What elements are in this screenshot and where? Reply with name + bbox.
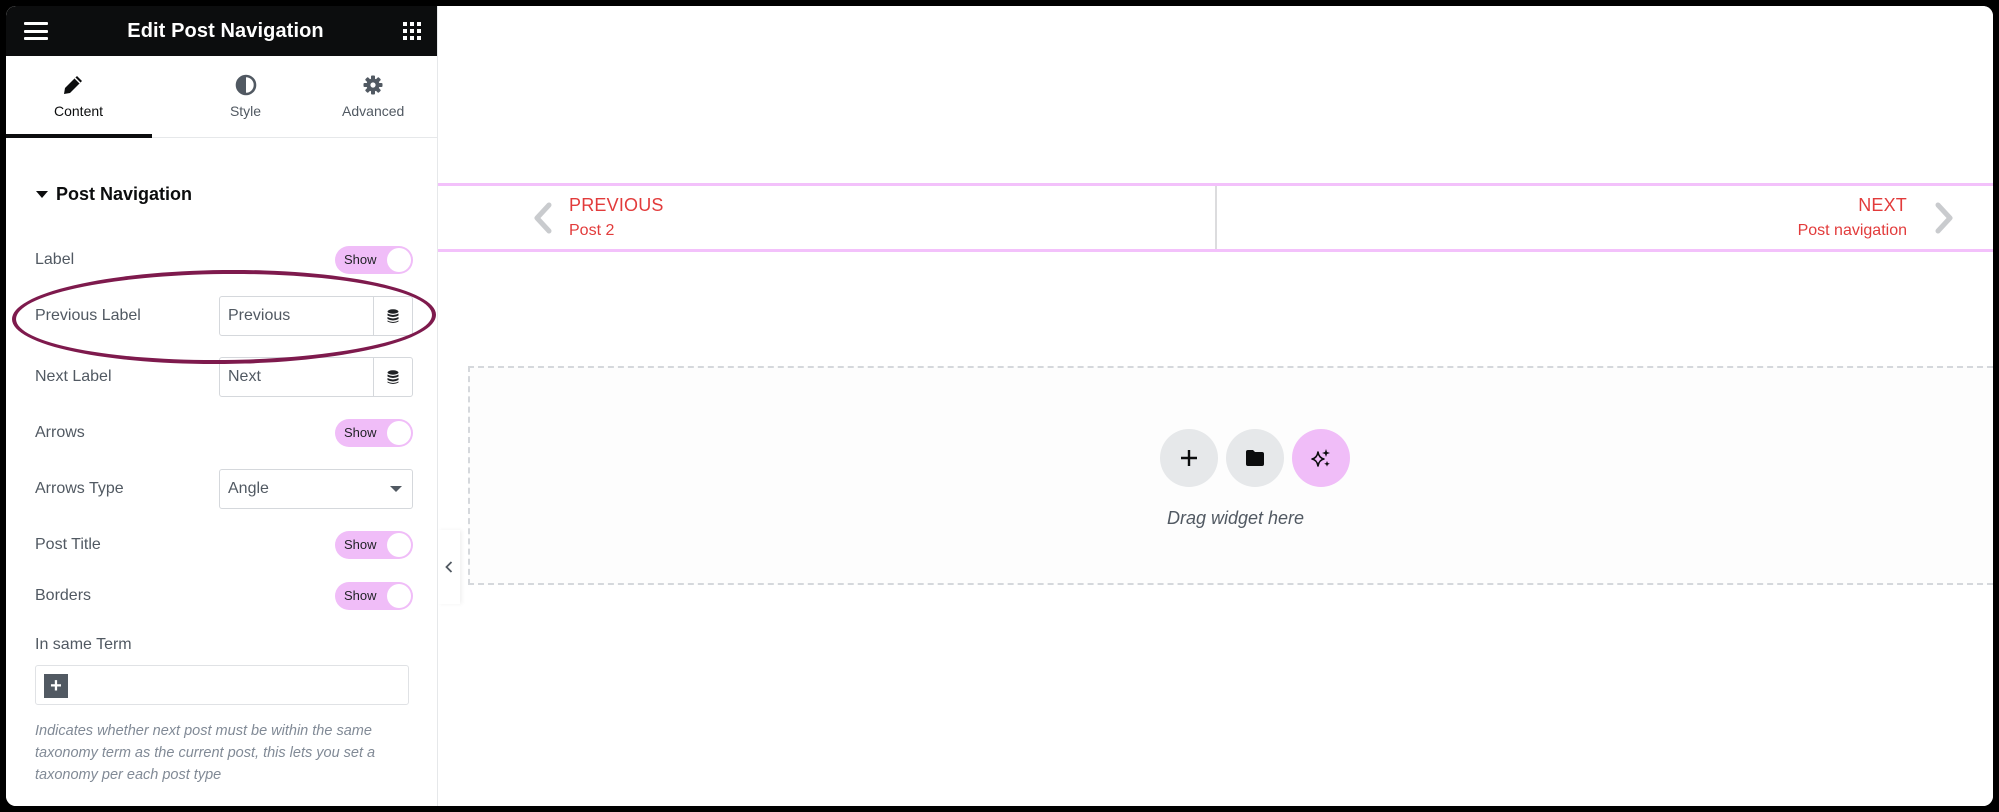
dynamic-tags-button[interactable] xyxy=(373,358,412,396)
previous-post-title[interactable]: Post 2 xyxy=(569,222,664,240)
pencil-icon xyxy=(64,76,82,94)
section-post-navigation[interactable]: Post Navigation xyxy=(36,184,192,205)
half-circle-icon xyxy=(235,74,256,96)
control-arrows-type: Arrows Type Angle xyxy=(35,469,413,509)
previous-post-link[interactable]: PREVIOUS Post 2 xyxy=(438,186,1215,249)
toggle-text: Show xyxy=(344,425,377,440)
chevron-left-icon xyxy=(445,561,453,573)
hamburger-icon[interactable] xyxy=(24,22,48,40)
dropzone-hint: Drag widget here xyxy=(1166,508,1305,528)
angle-left-icon xyxy=(534,202,552,234)
label-toggle[interactable]: Show xyxy=(335,246,413,274)
toggle-knob xyxy=(387,248,411,272)
grid-icon[interactable] xyxy=(403,22,421,40)
arrows-type-value: Angle xyxy=(228,480,269,497)
add-term-button[interactable]: + xyxy=(44,674,68,698)
in-same-term-label: In same Term xyxy=(35,636,132,653)
arrows-type-label: Arrows Type xyxy=(35,480,124,497)
post-title-label: Post Title xyxy=(35,536,101,553)
previous-label-field-group xyxy=(219,296,413,336)
plus-icon xyxy=(1181,450,1197,466)
control-label-text: Label xyxy=(35,251,75,268)
toggle-text: Show xyxy=(344,537,377,552)
sparkles-icon xyxy=(1311,449,1330,467)
collapse-panel-button[interactable] xyxy=(438,530,460,604)
control-next-label: Next Label xyxy=(35,357,413,397)
panel-title: Edit Post Navigation xyxy=(127,19,324,42)
database-icon xyxy=(387,308,399,323)
toggle-knob xyxy=(387,421,411,445)
previous-label[interactable]: PREVIOUS xyxy=(569,195,664,216)
panel-tabs: Content Style Advanced xyxy=(6,56,437,138)
next-post-link[interactable]: NEXT Post navigation xyxy=(1217,186,1994,249)
arrows-label: Arrows xyxy=(35,424,85,441)
toggle-text: Show xyxy=(344,252,377,267)
preview-canvas: PREVIOUS Post 2 NEXT Post navigation Dra… xyxy=(438,6,1993,806)
arrows-toggle[interactable]: Show xyxy=(335,419,413,447)
next-post-title[interactable]: Post navigation xyxy=(1798,222,1907,240)
section-title-label: Post Navigation xyxy=(56,184,193,204)
previous-label-text: Previous Label xyxy=(35,307,141,324)
borders-label: Borders xyxy=(35,587,92,604)
widget-dropzone[interactable]: Drag widget here xyxy=(468,366,1993,585)
in-same-term-help: Indicates whether next post must be with… xyxy=(35,723,376,783)
post-navigation-widget[interactable]: PREVIOUS Post 2 NEXT Post navigation xyxy=(438,183,1993,252)
tab-advanced[interactable]: Advanced xyxy=(309,56,437,137)
gear-icon xyxy=(363,75,383,95)
panel-header: Edit Post Navigation xyxy=(6,6,437,56)
previous-label-input[interactable] xyxy=(220,297,373,335)
add-template-button[interactable] xyxy=(1226,429,1284,487)
tab-style-label: Style xyxy=(229,103,262,119)
next-label-field-group xyxy=(219,357,413,397)
tab-advanced-label: Advanced xyxy=(342,103,405,119)
borders-toggle[interactable]: Show xyxy=(335,582,413,610)
ai-generate-button[interactable] xyxy=(1292,429,1350,487)
next-label-input[interactable] xyxy=(220,358,373,396)
in-same-term-repeater: + xyxy=(35,665,409,705)
add-section-button[interactable] xyxy=(1160,429,1218,487)
next-label-text: Next Label xyxy=(35,368,112,385)
database-icon xyxy=(387,369,399,384)
post-title-toggle[interactable]: Show xyxy=(335,531,413,559)
arrows-type-select[interactable]: Angle xyxy=(219,469,413,509)
editor-panel: Edit Post Navigation Content Style Advan… xyxy=(6,6,438,806)
angle-right-icon xyxy=(1935,202,1953,234)
tab-content[interactable]: Content xyxy=(6,56,182,138)
caret-down-icon xyxy=(36,191,48,198)
tab-style[interactable]: Style xyxy=(182,56,310,137)
editor-window: PREVIOUS Post 2 NEXT Post navigation Dra… xyxy=(6,6,1993,806)
caret-down-icon xyxy=(390,486,402,492)
control-previous-label: Previous Label xyxy=(35,296,413,336)
toggle-text: Show xyxy=(344,588,377,603)
control-arrows: Arrows Show xyxy=(35,413,413,453)
next-label[interactable]: NEXT xyxy=(1798,195,1907,216)
toggle-knob xyxy=(387,533,411,557)
tab-content-label: Content xyxy=(54,103,104,119)
dynamic-tags-button[interactable] xyxy=(373,297,412,335)
folder-icon xyxy=(1246,450,1264,466)
control-label: Label Show xyxy=(35,240,413,280)
control-post-title: Post Title Show xyxy=(35,525,413,565)
control-borders: Borders Show xyxy=(35,576,413,616)
toggle-knob xyxy=(387,584,411,608)
